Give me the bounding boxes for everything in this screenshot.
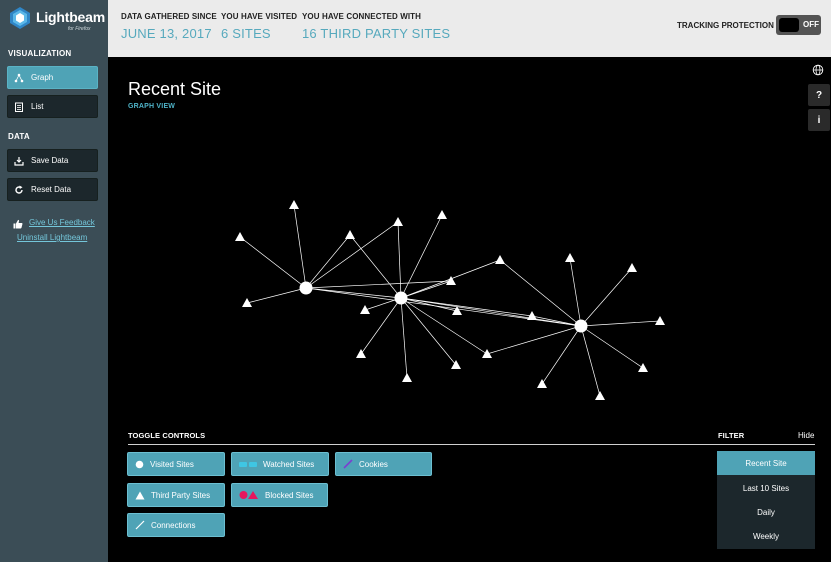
third-party-node[interactable] <box>537 379 547 388</box>
info-glyph: i <box>817 114 821 126</box>
toggle-blocked-sites[interactable]: Blocked Sites <box>231 483 328 507</box>
toggle-controls-heading: TOGGLE CONTROLS <box>128 431 206 440</box>
globe-icon[interactable] <box>812 63 824 81</box>
third-party-node[interactable] <box>356 349 366 358</box>
hide-controls-link[interactable]: Hide <box>798 431 814 440</box>
toggle-connections[interactable]: Connections <box>127 513 225 537</box>
filter-option-weekly[interactable]: Weekly <box>717 524 815 548</box>
blocked-icon <box>239 490 259 500</box>
visited-site-node[interactable] <box>394 291 408 305</box>
watched-icon <box>239 460 257 469</box>
toggle-cookies-label: Cookies <box>359 459 388 469</box>
visited-site-node[interactable] <box>299 281 313 295</box>
visited-site-node[interactable] <box>574 319 588 333</box>
toggle-connections-label: Connections <box>151 520 196 530</box>
third-party-node[interactable] <box>595 391 605 400</box>
toggle-blocked-sites-label: Blocked Sites <box>265 490 314 500</box>
third-party-node[interactable] <box>235 232 245 241</box>
third-party-node[interactable] <box>638 363 648 372</box>
help-glyph: ? <box>815 89 823 101</box>
filter-heading: FILTER <box>718 431 745 440</box>
filter-menu: Recent Site Last 10 Sites Daily Weekly <box>717 451 815 549</box>
third-party-node[interactable] <box>655 316 665 325</box>
cookie-line-icon <box>343 459 353 469</box>
filter-option-daily[interactable]: Daily <box>717 500 815 524</box>
filter-option-last-10-sites[interactable]: Last 10 Sites <box>717 476 815 500</box>
toggle-visited-sites[interactable]: Visited Sites <box>127 452 225 476</box>
filter-option-recent-site[interactable]: Recent Site <box>717 451 815 475</box>
third-party-node[interactable] <box>360 305 370 314</box>
third-party-node[interactable] <box>345 230 355 239</box>
third-party-node[interactable] <box>402 373 412 382</box>
circle-icon <box>135 460 144 469</box>
third-party-node[interactable] <box>482 349 492 358</box>
third-party-node[interactable] <box>289 200 299 209</box>
page-subtitle: GRAPH VIEW <box>128 103 176 110</box>
toggle-third-party-sites-label: Third Party Sites <box>151 490 211 500</box>
lightbeam-app: Lightbeam for Firefox VISUALIZATION Grap… <box>0 0 831 562</box>
third-party-node[interactable] <box>437 210 447 219</box>
third-party-node[interactable] <box>393 217 403 226</box>
third-party-node[interactable] <box>242 298 252 307</box>
toggle-watched-sites-label: Watched Sites <box>263 459 315 469</box>
toggle-visited-sites-label: Visited Sites <box>150 459 194 469</box>
controls-divider <box>128 444 815 445</box>
third-party-node[interactable] <box>627 263 637 272</box>
info-icon[interactable]: i <box>808 109 830 131</box>
third-party-node[interactable] <box>565 253 575 262</box>
third-party-node[interactable] <box>495 255 505 264</box>
third-party-node[interactable] <box>451 360 461 369</box>
page-title: Recent Site <box>128 79 222 99</box>
connection-line-icon <box>135 520 145 530</box>
toggle-third-party-sites[interactable]: Third Party Sites <box>127 483 225 507</box>
site-graph[interactable] <box>0 0 831 562</box>
toggle-cookies[interactable]: Cookies <box>335 452 432 476</box>
toggle-watched-sites[interactable]: Watched Sites <box>231 452 329 476</box>
triangle-icon <box>135 491 145 500</box>
help-icon[interactable]: ? <box>808 84 830 106</box>
